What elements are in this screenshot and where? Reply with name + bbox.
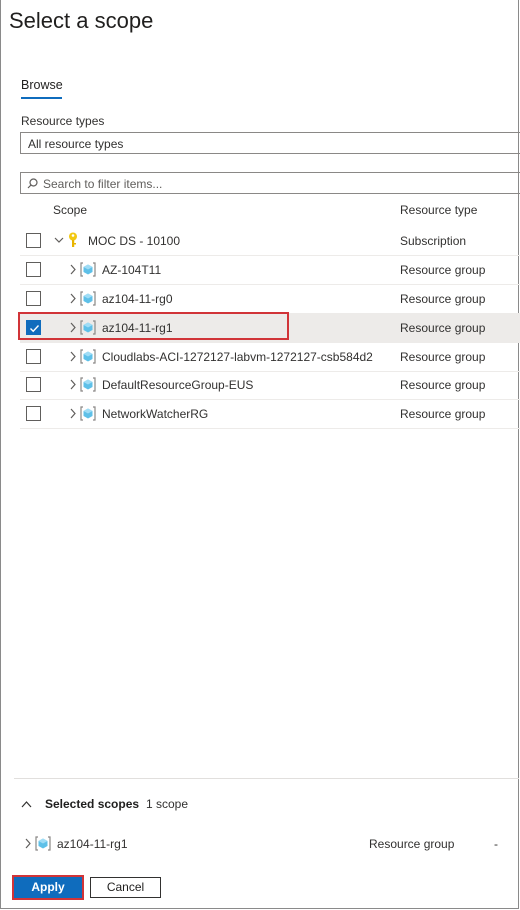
chevron-right-icon[interactable] xyxy=(70,351,77,362)
chevron-right-icon[interactable] xyxy=(70,379,77,390)
key-icon xyxy=(69,232,77,247)
table-row[interactable]: Cloudlabs-ACI-1272127-labvm-1272127-csb5… xyxy=(20,343,520,372)
tab-active-indicator xyxy=(21,97,62,99)
column-header-scope[interactable]: Scope xyxy=(53,203,87,217)
chevron-right-icon[interactable] xyxy=(70,293,77,304)
selected-scope-name: az104-11-rg1 xyxy=(57,837,128,851)
row-type: Resource group xyxy=(400,350,486,364)
chevron-right-icon[interactable] xyxy=(25,838,32,849)
table-row[interactable]: az104-11-rg0 Resource group xyxy=(20,285,520,314)
row-name: AZ-104T11 xyxy=(102,263,162,277)
row-type: Resource group xyxy=(400,263,486,277)
resource-group-icon xyxy=(80,349,96,364)
chevron-down-icon[interactable] xyxy=(54,237,64,244)
resource-types-dropdown[interactable]: All resource types xyxy=(20,132,520,154)
row-checkbox[interactable] xyxy=(26,377,41,392)
divider xyxy=(14,778,519,779)
resource-group-icon xyxy=(35,836,51,851)
search-icon xyxy=(27,178,38,189)
resource-group-icon xyxy=(80,406,96,421)
resource-group-icon xyxy=(80,377,96,392)
row-checkbox[interactable] xyxy=(26,262,41,277)
chevron-up-icon[interactable] xyxy=(21,800,32,808)
filter-input[interactable]: Search to filter items... xyxy=(20,172,520,194)
selected-scope-type: Resource group xyxy=(369,837,455,851)
row-name: NetworkWatcherRG xyxy=(102,407,209,421)
selected-scopes-count: 1 scope xyxy=(146,797,189,811)
row-type: Resource group xyxy=(400,378,486,392)
tab-browse[interactable]: Browse xyxy=(21,78,63,92)
selected-scopes-title: Selected scopes xyxy=(45,797,140,811)
table-row[interactable]: DefaultResourceGroup-EUS Resource group xyxy=(20,371,520,400)
column-header-resource-type[interactable]: Resource type xyxy=(400,203,477,217)
row-checkbox[interactable] xyxy=(26,291,41,306)
selected-scope-item[interactable]: az104-11-rg1 Resource group - xyxy=(20,834,510,856)
highlight-box xyxy=(18,312,289,340)
apply-button[interactable]: Apply xyxy=(12,875,84,900)
row-checkbox[interactable] xyxy=(26,233,41,248)
row-name: MOC DS - 10100 xyxy=(88,234,181,248)
row-type: Resource group xyxy=(400,292,486,306)
row-name: az104-11-rg0 xyxy=(102,292,173,306)
row-name: DefaultResourceGroup-EUS xyxy=(102,378,254,392)
page-title: Select a scope xyxy=(9,8,154,33)
resource-group-icon xyxy=(80,291,96,306)
selected-scope-extra: - xyxy=(494,837,498,851)
resource-group-icon xyxy=(80,262,96,277)
row-type: Resource group xyxy=(400,407,486,421)
table-row[interactable]: NetworkWatcherRG Resource group xyxy=(20,400,520,429)
row-checkbox[interactable] xyxy=(26,406,41,421)
filter-placeholder: Search to filter items... xyxy=(43,177,163,191)
row-type: Resource group xyxy=(400,321,486,335)
resource-types-label: Resource types xyxy=(21,114,105,128)
chevron-right-icon[interactable] xyxy=(70,408,77,419)
cancel-button[interactable]: Cancel xyxy=(90,877,161,898)
table-row[interactable]: MOC DS - 10100 Subscription xyxy=(20,227,520,256)
row-type: Subscription xyxy=(400,234,467,248)
table-row[interactable]: AZ-104T11 Resource group xyxy=(20,256,520,285)
row-name: Cloudlabs-ACI-1272127-labvm-1272127-csb5… xyxy=(102,350,373,364)
chevron-right-icon[interactable] xyxy=(70,264,77,275)
row-checkbox[interactable] xyxy=(26,349,41,364)
